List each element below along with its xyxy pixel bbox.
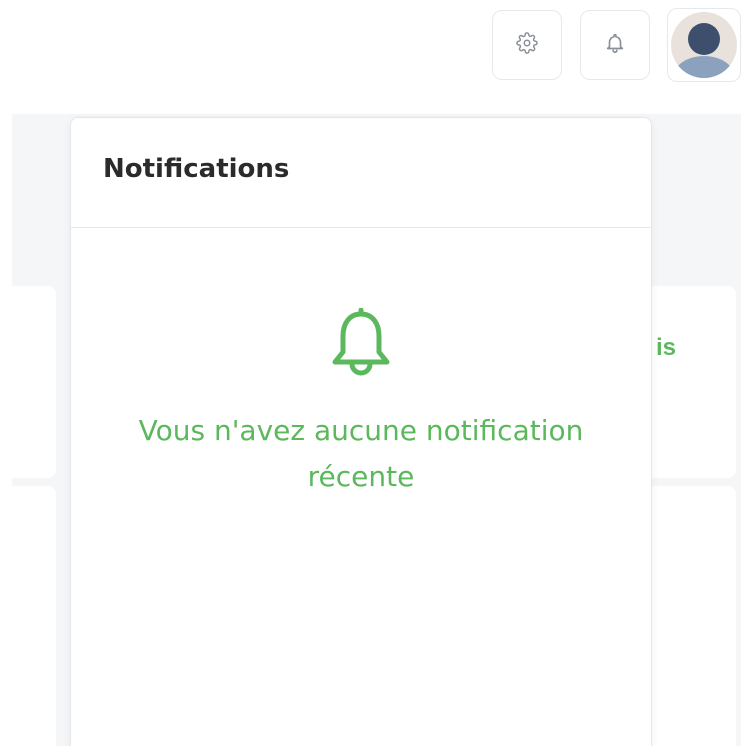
bell-icon (604, 32, 626, 58)
top-bar (0, 0, 741, 114)
notifications-empty-state: Vous n'avez aucune notification récente (71, 307, 651, 500)
background-card (640, 486, 736, 746)
page: is Notifications Vous n'avez aucune noti… (0, 0, 741, 746)
notifications-title: Notifications (103, 153, 290, 184)
notifications-header: Notifications (71, 118, 651, 228)
user-menu-button[interactable] (667, 8, 741, 82)
notifications-button[interactable] (580, 10, 650, 80)
empty-notifications-message: Vous n'avez aucune notification récente (138, 414, 584, 493)
background-card (12, 486, 56, 746)
gear-icon (516, 32, 538, 58)
background-card-label: is (656, 334, 677, 361)
user-avatar-icon (671, 12, 737, 78)
bell-icon (330, 307, 392, 382)
background-card (640, 286, 736, 478)
notifications-dropdown: Notifications Vous n'avez aucune notific… (70, 117, 652, 746)
background-card (12, 286, 56, 478)
settings-button[interactable] (492, 10, 562, 80)
